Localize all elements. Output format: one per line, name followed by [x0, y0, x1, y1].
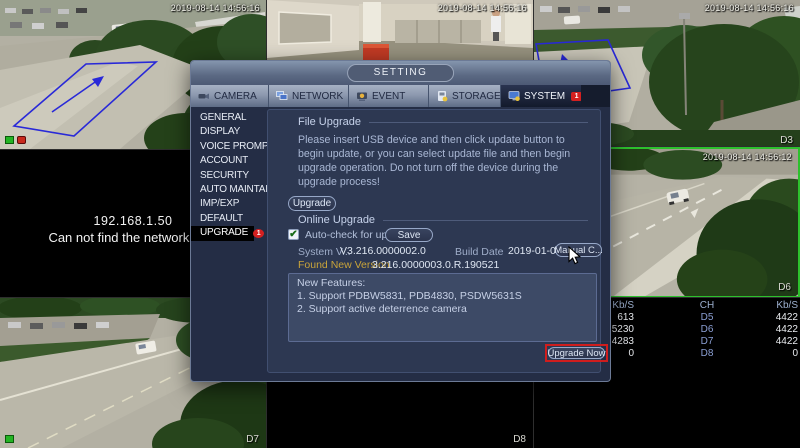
save-button[interactable]: Save: [385, 228, 433, 242]
section-divider: [368, 121, 588, 123]
motion-icon: [5, 136, 14, 144]
channel-label: D6: [778, 282, 791, 293]
dialog-titlebar[interactable]: SETTING: [191, 61, 610, 85]
tab-storage[interactable]: STORAGE: [429, 85, 501, 107]
tabs-filler: [581, 85, 610, 107]
settings-tabs: CAMERA NETWORK EVENT STORAGE SYSTEM 1: [191, 85, 610, 107]
file-upgrade-section-title: File Upgrade: [298, 116, 361, 128]
channel-label: D3: [780, 135, 793, 146]
new-features-box: New Features: 1. Support PDBW5831, PDB48…: [288, 273, 597, 342]
mouse-cursor: [568, 245, 582, 271]
timestamp: 2019-08-14 14:56:16: [704, 3, 794, 13]
setting-dialog: SETTING CAMERA NETWORK EVENT STORAGE SYS…: [190, 60, 611, 382]
sidebar-item-display[interactable]: DISPLAY: [191, 125, 267, 139]
timestamp: 2019-08-14 14:56:16: [437, 3, 527, 13]
system-version-value: V3.216.0000002.0: [340, 245, 426, 257]
sidebar-item-default[interactable]: DEFAULT: [191, 212, 267, 226]
sidebar-item-imp-exp[interactable]: IMP/EXP: [191, 197, 267, 211]
channel-label: D7: [246, 434, 259, 445]
sidebar-item-label: UPGRADE: [200, 227, 249, 239]
camera-icon: [198, 90, 210, 102]
timestamp: 2019-08-14 14:56:12: [702, 152, 792, 162]
upgrade-now-highlight-box: Upgrade Now: [545, 344, 608, 362]
sidebar-item-auto-maintain[interactable]: AUTO MAINTAIN: [191, 183, 275, 197]
settings-sidebar: GENERAL DISPLAY VOICE PROMPT ACCOUNT SEC…: [191, 107, 275, 381]
tab-system[interactable]: SYSTEM 1: [501, 85, 583, 107]
tab-network[interactable]: NETWORK: [269, 85, 349, 107]
record-icon: [17, 136, 26, 144]
timestamp: 2019-08-14 14:56:16: [170, 3, 260, 13]
tab-event[interactable]: EVENT: [349, 85, 429, 107]
storage-icon: [436, 90, 448, 102]
sidebar-item-voice-prompt[interactable]: VOICE PROMPT: [191, 140, 274, 154]
sidebar-item-general[interactable]: GENERAL: [191, 111, 267, 125]
auto-check-checkbox[interactable]: ✔: [288, 229, 299, 240]
sidebar-item-security[interactable]: SECURITY: [191, 169, 267, 183]
network-icon: [276, 90, 288, 102]
section-divider: [383, 219, 588, 221]
file-upgrade-description: Please insert USB device and then click …: [298, 134, 571, 188]
sidebar-item-upgrade[interactable]: UPGRADE 1: [191, 226, 265, 241]
event-icon: [356, 90, 368, 102]
channel-label: D8: [513, 434, 526, 445]
tab-label: CAMERA: [214, 90, 257, 102]
tab-label: EVENT: [372, 90, 406, 102]
dialog-title: SETTING: [346, 64, 455, 82]
system-icon: [508, 90, 520, 102]
tab-label: SYSTEM: [524, 90, 566, 102]
tab-label: NETWORK: [292, 90, 344, 102]
found-new-version-value: 3.216.0000003.0.R.190521: [372, 259, 500, 271]
upgrade-now-button[interactable]: Upgrade Now: [547, 347, 606, 359]
upgrade-panel: File Upgrade Please insert USB device an…: [267, 109, 608, 373]
upgrade-button[interactable]: Upgrade: [288, 196, 336, 211]
upgrade-alert-badge: 1: [253, 228, 265, 238]
tab-camera[interactable]: CAMERA: [191, 85, 269, 107]
sidebar-item-account[interactable]: ACCOUNT: [191, 154, 267, 168]
build-date-label: Build Date: [455, 246, 504, 258]
motion-icon: [5, 435, 14, 443]
online-upgrade-section-title: Online Upgrade: [298, 214, 376, 226]
nvr-live-view-screen: 2019-08-14 14:56:16 2019-08-14 14:56:16: [0, 0, 800, 448]
tab-label: STORAGE: [452, 90, 501, 102]
